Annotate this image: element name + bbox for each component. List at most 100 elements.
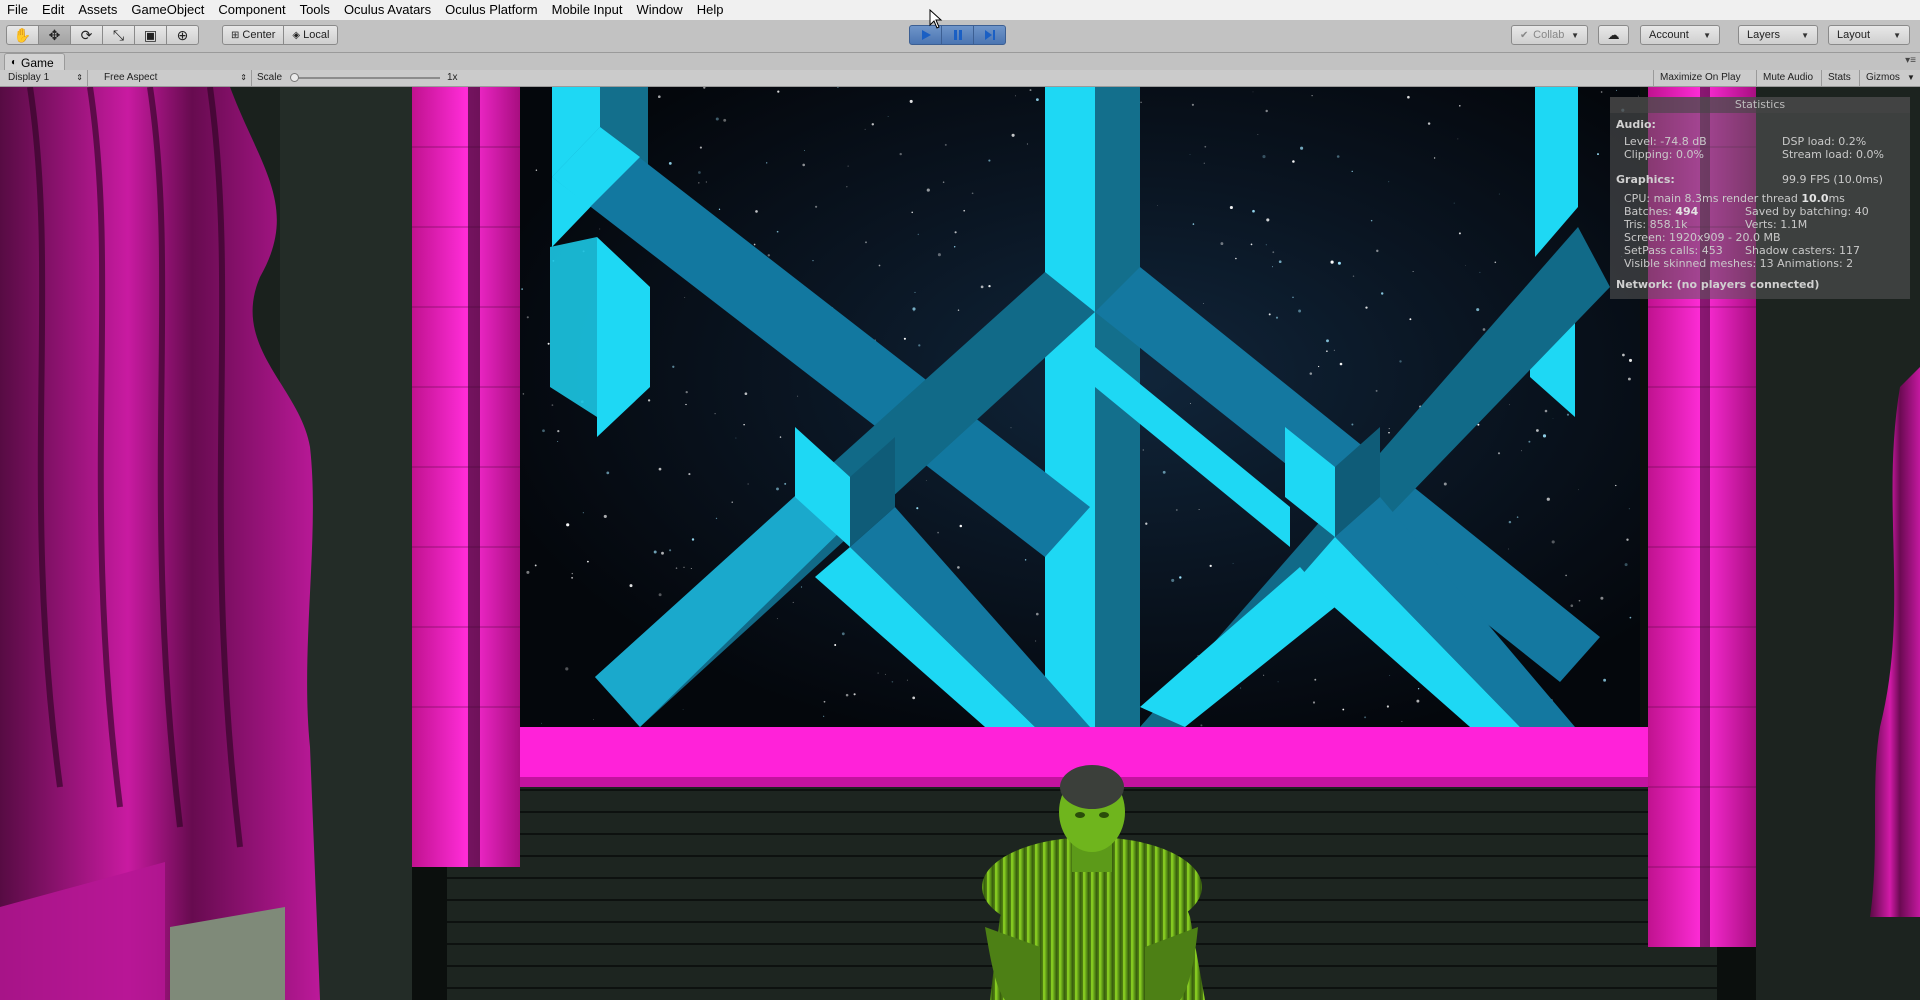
- star: [1317, 365, 1320, 368]
- stats-toggle[interactable]: Stats: [1821, 70, 1859, 86]
- star: [959, 524, 963, 528]
- star: [1309, 372, 1313, 375]
- star: [1015, 95, 1016, 97]
- star: [1010, 427, 1012, 429]
- star: [914, 291, 916, 293]
- star: [566, 523, 570, 527]
- star: [1333, 349, 1335, 351]
- gizmos-toggle[interactable]: Gizmos: [1859, 70, 1907, 86]
- star: [1624, 563, 1628, 567]
- layers-dropdown[interactable]: Layers ▼: [1738, 25, 1818, 45]
- star: [1175, 509, 1178, 511]
- star: [715, 517, 718, 520]
- star: [909, 99, 913, 103]
- collab-dropdown[interactable]: ✔ Collab ▼: [1511, 25, 1588, 45]
- star: [1600, 596, 1604, 600]
- star: [698, 171, 701, 174]
- scale-tool-button[interactable]: ⤡: [102, 25, 135, 45]
- star: [735, 437, 737, 439]
- pause-button[interactable]: [941, 25, 974, 45]
- star: [1497, 452, 1501, 455]
- scale-value: 1x: [447, 72, 458, 83]
- star: [1277, 681, 1279, 683]
- star: [690, 568, 692, 569]
- hand-tool-button[interactable]: ✋: [6, 25, 39, 45]
- star: [1235, 257, 1237, 260]
- tab-game[interactable]: ◐ Game: [4, 53, 65, 71]
- rotate-tool-button[interactable]: ⟳: [70, 25, 103, 45]
- account-dropdown[interactable]: Account ▼: [1640, 25, 1720, 45]
- menu-component[interactable]: Component: [211, 0, 292, 20]
- menu-oculus-platform[interactable]: Oculus Platform: [438, 0, 544, 20]
- star: [669, 549, 672, 552]
- menu-tools[interactable]: Tools: [293, 0, 337, 20]
- star: [1292, 296, 1294, 299]
- menu-assets[interactable]: Assets: [71, 0, 124, 20]
- star: [1600, 91, 1603, 93]
- layout-dropdown[interactable]: Layout ▼: [1828, 25, 1910, 45]
- audio-header: Audio:: [1616, 118, 1656, 131]
- rect-tool-button[interactable]: ▣: [134, 25, 167, 45]
- menu-edit[interactable]: Edit: [35, 0, 71, 20]
- menu-help[interactable]: Help: [690, 0, 731, 20]
- star: [1458, 232, 1461, 235]
- star: [599, 228, 601, 230]
- star: [802, 163, 806, 167]
- star: [685, 403, 687, 406]
- transform-tools: ✋ ✥ ⟳ ⤡ ▣ ⊕: [6, 25, 199, 45]
- network-status: Network: (no players connected): [1616, 278, 1820, 291]
- star: [705, 181, 707, 183]
- fps: 99.9 FPS (10.0ms): [1782, 173, 1883, 186]
- pivot-rotation-button[interactable]: ◈ Local: [283, 25, 339, 45]
- game-viewport[interactable]: Statistics Audio: Level: -74.8 dB DSP lo…: [0, 87, 1920, 1000]
- pivot-mode-button[interactable]: ⊞ Center: [222, 25, 285, 45]
- menu-file[interactable]: File: [0, 0, 35, 20]
- star: [800, 586, 803, 588]
- display-dropdown[interactable]: Display 1 ⇕: [0, 70, 88, 86]
- menu-gameobject[interactable]: GameObject: [124, 0, 211, 20]
- star: [691, 538, 695, 541]
- star: [587, 560, 589, 563]
- star: [1370, 219, 1373, 222]
- star: [1416, 699, 1420, 703]
- star: [899, 152, 902, 156]
- star: [1528, 440, 1531, 443]
- star: [1629, 616, 1632, 619]
- scale-slider-track[interactable]: [292, 77, 440, 79]
- star: [1536, 429, 1539, 432]
- star: [582, 512, 584, 514]
- move-tool-button[interactable]: ✥: [38, 25, 71, 45]
- menu-mobile-input[interactable]: Mobile Input: [545, 0, 630, 20]
- maximize-on-play-toggle[interactable]: Maximize On Play: [1653, 70, 1756, 86]
- star: [1566, 413, 1570, 416]
- play-icon: [921, 30, 931, 40]
- star: [1551, 540, 1555, 544]
- star: [755, 210, 758, 213]
- cloud-button[interactable]: ☁: [1598, 25, 1629, 45]
- star: [1035, 612, 1039, 616]
- account-group: Account ▼: [1640, 25, 1720, 45]
- tab-menu-icon[interactable]: ▾≡: [1905, 55, 1916, 66]
- saved-by-batching: Saved by batching: 40: [1745, 205, 1869, 218]
- transform-tool-button[interactable]: ⊕: [166, 25, 199, 45]
- gizmos-dropdown-icon[interactable]: ▼: [1907, 70, 1915, 86]
- mute-audio-toggle[interactable]: Mute Audio: [1756, 70, 1821, 86]
- star: [926, 188, 930, 192]
- star: [1386, 705, 1389, 708]
- star: [1516, 516, 1519, 518]
- menu-window[interactable]: Window: [629, 0, 689, 20]
- star: [1275, 316, 1279, 319]
- star: [1198, 509, 1200, 511]
- step-button[interactable]: [973, 25, 1006, 45]
- star: [1546, 497, 1550, 501]
- star: [815, 205, 818, 208]
- star: [629, 584, 633, 588]
- star: [1479, 271, 1481, 273]
- step-icon: [984, 30, 995, 40]
- star: [1268, 313, 1271, 316]
- scale-slider-thumb[interactable]: [290, 73, 299, 82]
- menu-oculus-avatars[interactable]: Oculus Avatars: [337, 0, 438, 20]
- star: [551, 404, 554, 406]
- aspect-dropdown[interactable]: Free Aspect ⇕: [88, 70, 252, 86]
- visible-skinned: Visible skinned meshes: 13 Animations: 2: [1624, 257, 1854, 270]
